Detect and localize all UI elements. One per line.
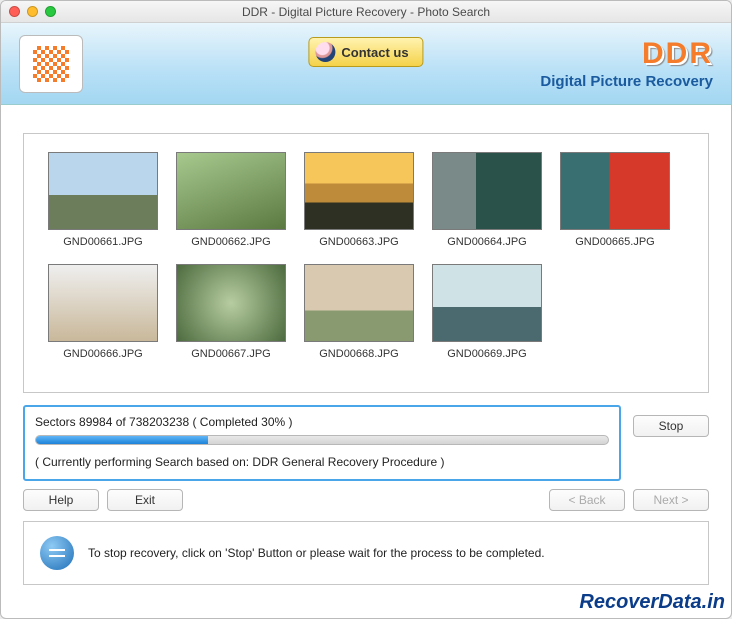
tip-text: To stop recovery, click on 'Stop' Button… xyxy=(88,546,545,560)
progress-status-text: Sectors 89984 of 738203238 ( Completed 3… xyxy=(35,415,609,429)
thumbnail-item[interactable]: GND00665.JPG xyxy=(560,152,670,248)
help-button[interactable]: Help xyxy=(23,489,99,511)
photo-thumbnail xyxy=(176,264,286,342)
header-banner: Contact us DDR Digital Picture Recovery xyxy=(1,23,731,105)
thumbnail-filename: GND00669.JPG xyxy=(432,348,542,360)
thumbnail-item[interactable]: GND00661.JPG xyxy=(48,152,158,248)
window-controls xyxy=(9,6,56,17)
stop-button[interactable]: Stop xyxy=(633,415,709,437)
zoom-icon[interactable] xyxy=(45,6,56,17)
brand-block: DDR Digital Picture Recovery xyxy=(540,37,713,90)
titlebar: DDR - Digital Picture Recovery - Photo S… xyxy=(1,1,731,23)
photo-thumbnail xyxy=(304,152,414,230)
progress-fill xyxy=(36,436,208,444)
photo-thumbnail xyxy=(432,264,542,342)
thumbnail-item[interactable]: GND00667.JPG xyxy=(176,264,286,360)
window-title: DDR - Digital Picture Recovery - Photo S… xyxy=(1,5,731,19)
progress-procedure-text: ( Currently performing Search based on: … xyxy=(35,455,609,469)
brand-title: DDR xyxy=(540,37,713,71)
watermark-text: RecoverData.in xyxy=(579,591,725,614)
main-content: GND00661.JPG GND00662.JPG GND00663.JPG G… xyxy=(1,105,731,595)
photo-thumbnail xyxy=(48,264,158,342)
thumb-row: GND00661.JPG GND00662.JPG GND00663.JPG G… xyxy=(48,152,684,248)
back-button: < Back xyxy=(549,489,625,511)
thumbnail-filename: GND00663.JPG xyxy=(304,236,414,248)
spacer xyxy=(191,489,541,511)
brand-subtitle: Digital Picture Recovery xyxy=(540,73,713,90)
progress-panel: Sectors 89984 of 738203238 ( Completed 3… xyxy=(23,405,621,481)
progress-bar xyxy=(35,435,609,445)
thumbnail-item[interactable]: GND00669.JPG xyxy=(432,264,542,360)
contact-label: Contact us xyxy=(341,45,408,60)
thumbnail-filename: GND00661.JPG xyxy=(48,236,158,248)
thumbnail-item[interactable]: GND00662.JPG xyxy=(176,152,286,248)
minimize-icon[interactable] xyxy=(27,6,38,17)
checker-icon xyxy=(33,46,69,82)
thumbnails-panel: GND00661.JPG GND00662.JPG GND00663.JPG G… xyxy=(23,133,709,393)
thumbnail-filename: GND00665.JPG xyxy=(560,236,670,248)
app-logo xyxy=(19,35,83,93)
person-icon xyxy=(315,42,335,62)
thumbnail-item[interactable]: GND00668.JPG xyxy=(304,264,414,360)
contact-us-button[interactable]: Contact us xyxy=(308,37,423,67)
info-icon xyxy=(40,536,74,570)
photo-thumbnail xyxy=(432,152,542,230)
progress-area: Sectors 89984 of 738203238 ( Completed 3… xyxy=(23,405,709,481)
thumbnail-filename: GND00666.JPG xyxy=(48,348,158,360)
thumbnail-filename: GND00662.JPG xyxy=(176,236,286,248)
thumbnail-filename: GND00667.JPG xyxy=(176,348,286,360)
thumb-row: GND00666.JPG GND00667.JPG GND00668.JPG G… xyxy=(48,264,684,360)
next-button: Next > xyxy=(633,489,709,511)
thumbnail-item[interactable]: GND00663.JPG xyxy=(304,152,414,248)
app-window: DDR - Digital Picture Recovery - Photo S… xyxy=(0,0,732,619)
photo-thumbnail xyxy=(304,264,414,342)
thumbnail-filename: GND00668.JPG xyxy=(304,348,414,360)
nav-buttons-row: Help Exit < Back Next > xyxy=(23,489,709,511)
close-icon[interactable] xyxy=(9,6,20,17)
exit-button[interactable]: Exit xyxy=(107,489,183,511)
photo-thumbnail xyxy=(176,152,286,230)
photo-thumbnail xyxy=(560,152,670,230)
thumbnail-filename: GND00664.JPG xyxy=(432,236,542,248)
thumbnail-item[interactable]: GND00666.JPG xyxy=(48,264,158,360)
photo-thumbnail xyxy=(48,152,158,230)
thumbnail-item[interactable]: GND00664.JPG xyxy=(432,152,542,248)
tip-panel: To stop recovery, click on 'Stop' Button… xyxy=(23,521,709,585)
